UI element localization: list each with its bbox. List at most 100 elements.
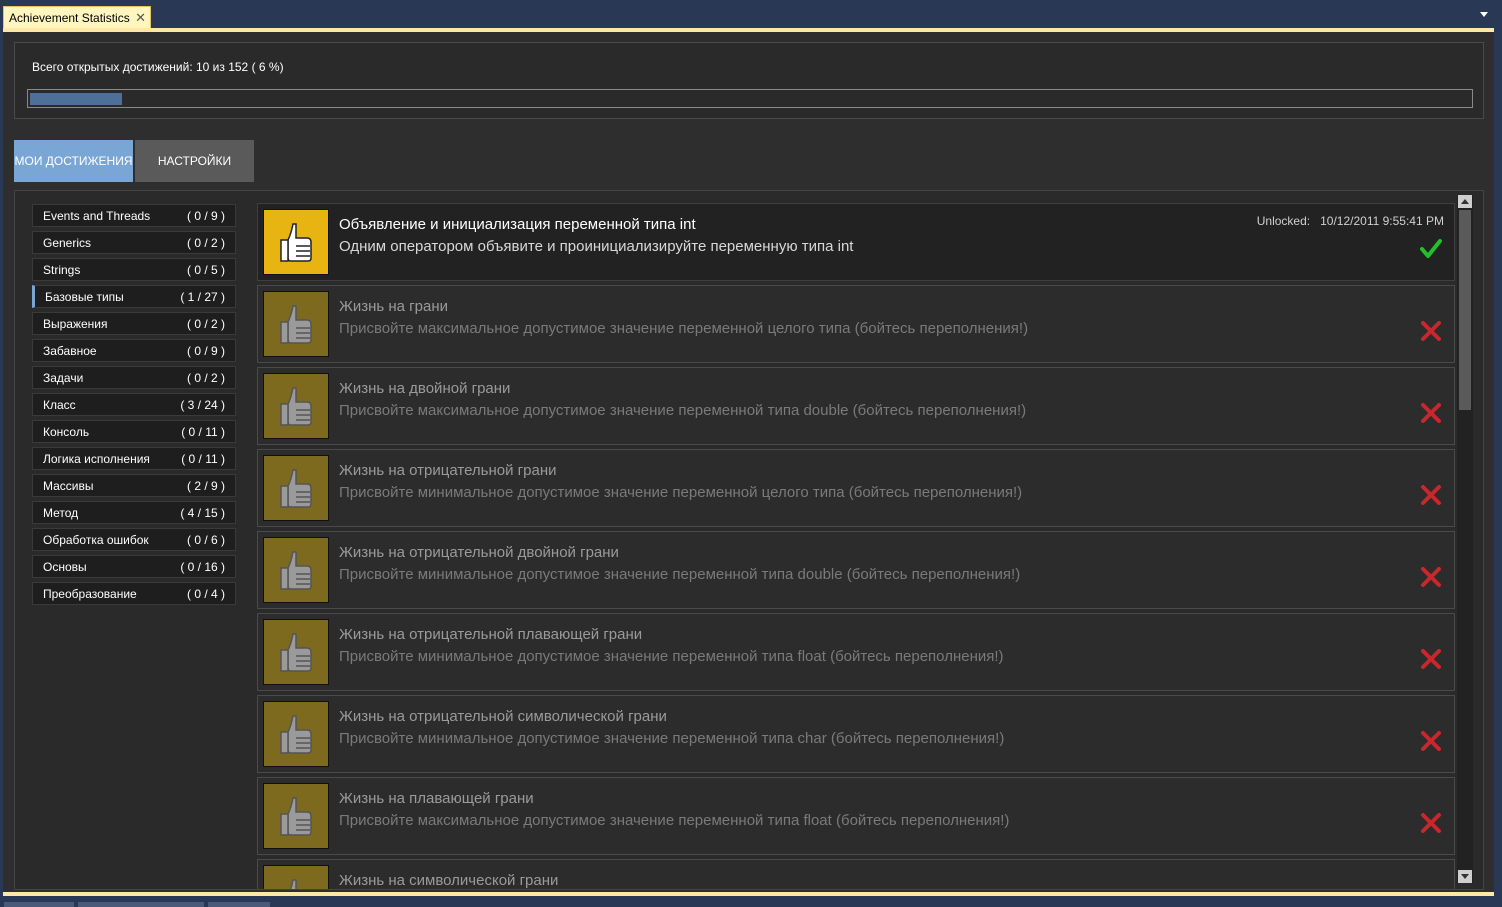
category-name: Метод bbox=[43, 506, 79, 520]
achievement-icon bbox=[263, 783, 329, 849]
scrollbar[interactable] bbox=[1457, 195, 1473, 883]
achievement-item[interactable]: Жизнь на грани Присвойте максимальное доп… bbox=[257, 285, 1455, 363]
category-name: Events and Threads bbox=[43, 209, 151, 223]
achievement-description: Присвойте минимальное допустимое значени… bbox=[339, 648, 1004, 665]
achievement-item[interactable]: Жизнь на отрицательной грани Присвойте ми… bbox=[257, 449, 1455, 527]
category-item[interactable]: Задачи ( 0 / 2 ) bbox=[32, 366, 236, 389]
category-count: ( 0 / 11 ) bbox=[181, 452, 225, 466]
category-count: ( 0 / 6 ) bbox=[186, 533, 225, 547]
category-name: Задачи bbox=[43, 371, 84, 385]
category-list: Events and Threads ( 0 / 9 ) Generics ( 0 /… bbox=[32, 204, 236, 609]
progress-fill bbox=[30, 93, 123, 105]
category-name: Базовые типы bbox=[45, 290, 124, 304]
achievement-title: Жизнь на плавающей грани bbox=[339, 790, 534, 807]
achievement-description: Присвойте максимальное допустимое значен… bbox=[339, 320, 1029, 337]
thumbs-up-icon bbox=[280, 387, 312, 426]
achievement-icon bbox=[263, 701, 329, 767]
category-name: Забавное bbox=[43, 344, 97, 358]
achievement-item[interactable]: Жизнь на отрицательной плавающей грани Пр… bbox=[257, 613, 1455, 691]
achievement-title: Жизнь на отрицательной символической гра… bbox=[339, 708, 667, 725]
achievement-title: Жизнь на символической грани bbox=[339, 872, 559, 889]
category-item[interactable]: Основы ( 0 / 16 ) bbox=[32, 555, 236, 578]
tab-my-achievements[interactable]: Мои достижения bbox=[14, 140, 133, 182]
cross-icon bbox=[1421, 403, 1441, 423]
category-item[interactable]: Логика исполнения ( 0 / 11 ) bbox=[32, 447, 236, 470]
category-item[interactable]: Обработка ошибок ( 0 / 6 ) bbox=[32, 528, 236, 551]
bottom-tab[interactable] bbox=[208, 902, 270, 907]
thumbs-up-icon bbox=[280, 223, 312, 262]
close-icon[interactable]: ✕ bbox=[135, 10, 146, 26]
category-count: ( 0 / 2 ) bbox=[186, 371, 225, 385]
achievement-title: Жизнь на отрицательной плавающей грани bbox=[339, 626, 643, 643]
category-name: Основы bbox=[43, 560, 87, 574]
thumbs-up-icon bbox=[280, 715, 312, 754]
achievement-item[interactable]: Жизнь на двойной грани Присвойте максимал… bbox=[257, 367, 1455, 445]
category-item[interactable]: Базовые типы ( 1 / 27 ) bbox=[32, 285, 236, 308]
achievement-list: Объявление и инициализация переменной ти… bbox=[257, 203, 1455, 889]
tab-settings[interactable]: Настройки bbox=[135, 140, 254, 182]
main-panel: Events and Threads ( 0 / 9 ) Generics ( 0 /… bbox=[14, 190, 1484, 890]
category-item[interactable]: Метод ( 4 / 15 ) bbox=[32, 501, 236, 524]
category-item[interactable]: Generics ( 0 / 2 ) bbox=[32, 231, 236, 254]
document-tab[interactable]: Achievement Statistics ✕ bbox=[3, 6, 151, 29]
scroll-down-button[interactable] bbox=[1458, 870, 1472, 883]
achievement-item[interactable]: Объявление и инициализация переменной ти… bbox=[257, 203, 1455, 281]
document-tab-strip: Achievement Statistics ✕ bbox=[0, 0, 1502, 29]
category-item[interactable]: Массивы ( 2 / 9 ) bbox=[32, 474, 236, 497]
category-name: Generics bbox=[43, 236, 92, 250]
achievement-title: Объявление и инициализация переменной ти… bbox=[339, 216, 696, 233]
achievement-item[interactable]: Жизнь на плавающей грани Присвойте максим… bbox=[257, 777, 1455, 855]
category-name: Массивы bbox=[43, 479, 94, 493]
thumbs-up-icon bbox=[280, 797, 312, 836]
bottom-tab[interactable] bbox=[4, 902, 74, 907]
category-item[interactable]: Консоль ( 0 / 11 ) bbox=[32, 420, 236, 443]
category-item[interactable]: Забавное ( 0 / 9 ) bbox=[32, 339, 236, 362]
achievement-description: Одним оператором объявите и проинициализ… bbox=[339, 238, 854, 255]
category-item[interactable]: Strings ( 0 / 5 ) bbox=[32, 258, 236, 281]
summary-panel: Всего открытых достижений: 10 из 152 ( 6… bbox=[14, 42, 1484, 119]
achievement-description: Присвойте максимальное допустимое значен… bbox=[339, 402, 1027, 419]
achievement-icon bbox=[263, 537, 329, 603]
checkmark-icon bbox=[1420, 239, 1442, 258]
achievement-item[interactable]: Жизнь на отрицательной двойной грани Прис… bbox=[257, 531, 1455, 609]
cross-icon bbox=[1421, 485, 1441, 505]
achievement-icon bbox=[263, 455, 329, 521]
category-count: ( 0 / 2 ) bbox=[186, 317, 225, 331]
category-count: ( 3 / 24 ) bbox=[180, 398, 225, 412]
achievement-icon bbox=[263, 865, 329, 889]
category-item[interactable]: Выражения ( 0 / 2 ) bbox=[32, 312, 236, 335]
category-item[interactable]: Преобразование ( 0 / 4 ) bbox=[32, 582, 236, 605]
progress-bar bbox=[27, 89, 1473, 108]
thumbs-up-icon bbox=[280, 305, 312, 344]
category-name: Strings bbox=[43, 263, 81, 277]
thumbs-up-icon bbox=[280, 633, 312, 672]
achievement-icon bbox=[263, 209, 329, 275]
category-count: ( 0 / 11 ) bbox=[181, 425, 225, 439]
scroll-up-button[interactable] bbox=[1458, 195, 1472, 208]
category-count: ( 0 / 9 ) bbox=[186, 209, 225, 223]
category-name: Класс bbox=[43, 398, 76, 412]
category-name: Обработка ошибок bbox=[43, 533, 149, 547]
category-count: ( 0 / 4 ) bbox=[186, 587, 225, 601]
scroll-down-icon bbox=[1461, 874, 1469, 879]
achievement-item[interactable]: Жизнь на символической грани bbox=[257, 859, 1455, 889]
thumbs-up-icon bbox=[289, 879, 297, 889]
achievement-item[interactable]: Жизнь на отрицательной символической гра… bbox=[257, 695, 1455, 773]
category-count: ( 0 / 16 ) bbox=[180, 560, 225, 574]
category-count: ( 0 / 9 ) bbox=[186, 344, 225, 358]
achievement-window: Всего открытых достижений: 10 из 152 ( 6… bbox=[3, 32, 1494, 892]
cross-icon bbox=[1421, 649, 1441, 669]
category-item[interactable]: Events and Threads ( 0 / 9 ) bbox=[32, 204, 236, 227]
document-tab-title: Achievement Statistics bbox=[9, 11, 130, 25]
chevron-down-icon[interactable] bbox=[1480, 12, 1488, 17]
thumbs-up-icon bbox=[280, 469, 312, 508]
category-count: ( 0 / 5 ) bbox=[186, 263, 225, 277]
bottom-tab[interactable] bbox=[78, 902, 204, 907]
achievement-icon bbox=[263, 373, 329, 439]
category-item[interactable]: Класс ( 3 / 24 ) bbox=[32, 393, 236, 416]
achievement-icon bbox=[263, 619, 329, 685]
scroll-up-icon bbox=[1461, 199, 1469, 204]
scroll-thumb[interactable] bbox=[1459, 210, 1471, 410]
achievement-description: Присвойте минимальное допустимое значени… bbox=[339, 730, 1005, 747]
cross-icon bbox=[1421, 567, 1441, 587]
